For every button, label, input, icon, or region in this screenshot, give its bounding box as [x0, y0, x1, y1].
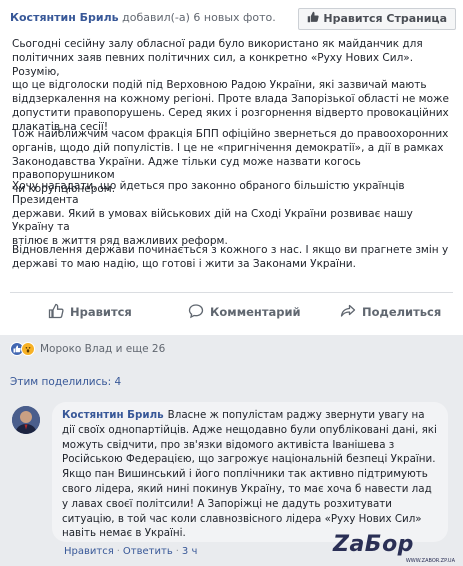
post-header: Костянтин Бриль добавил(-а) 6 новых фото…	[10, 6, 460, 30]
like-page-button[interactable]: Нравится Страница	[298, 8, 456, 30]
wow-reaction-icon	[21, 342, 35, 356]
reactions-text: Мороко Влад и еще 26	[40, 343, 166, 355]
like-page-label: Нравится Страница	[323, 12, 447, 25]
post-author-link[interactable]: Костянтин Бриль	[10, 11, 119, 24]
comment-text: Власне ж популістам раджу звернути увагу…	[62, 409, 437, 540]
comment-time[interactable]: 3 ч	[182, 546, 197, 557]
thumbs-up-icon	[48, 303, 64, 322]
post-card: Костянтин Бриль добавил(-а) 6 новых фото…	[0, 0, 463, 335]
post-paragraph: Сьогодні сесійну залу обласної ради було…	[12, 38, 449, 133]
watermark-text: ZаБор	[333, 532, 414, 557]
comment-like-link[interactable]: Нравится	[64, 546, 114, 557]
post-paragraph: Відновлення держави починається з кожног…	[12, 244, 449, 270]
share-button[interactable]: Поделиться	[340, 303, 441, 322]
reactions-summary[interactable]: Мороко Влад и еще 26	[10, 340, 165, 358]
like-button[interactable]: Нравится	[48, 303, 132, 322]
share-label: Поделиться	[362, 305, 442, 319]
post-paragraph: Хочу нагадати, що йдеться про законно об…	[12, 180, 413, 248]
avatar[interactable]	[12, 406, 40, 434]
comment-author-link[interactable]: Костянтин Бриль	[62, 409, 164, 421]
post-action-text: добавил(-а) 6 новых фото.	[122, 11, 276, 24]
post-action-bar: Нравится Комментарий Поделиться	[10, 293, 453, 331]
thumbs-up-icon	[307, 9, 320, 29]
comment-reply-link[interactable]: Ответить	[123, 546, 173, 557]
comment-actions: Нравится · Ответить · 3 ч	[64, 546, 198, 557]
watermark-logo: ZаБор WWW.ZABOR.ZP.UA	[333, 532, 461, 564]
shares-count-link[interactable]: Этим поделились: 4	[10, 376, 121, 388]
comment-label: Комментарий	[210, 305, 301, 319]
watermark-url: WWW.ZABOR.ZP.UA	[405, 558, 455, 564]
comment-button[interactable]: Комментарий	[188, 303, 301, 322]
like-label: Нравится	[70, 305, 132, 319]
comment-bubble: Костянтин Бриль Власне ж популістам раджу…	[52, 402, 448, 542]
share-arrow-icon	[340, 303, 356, 322]
speech-bubble-icon	[188, 303, 204, 322]
